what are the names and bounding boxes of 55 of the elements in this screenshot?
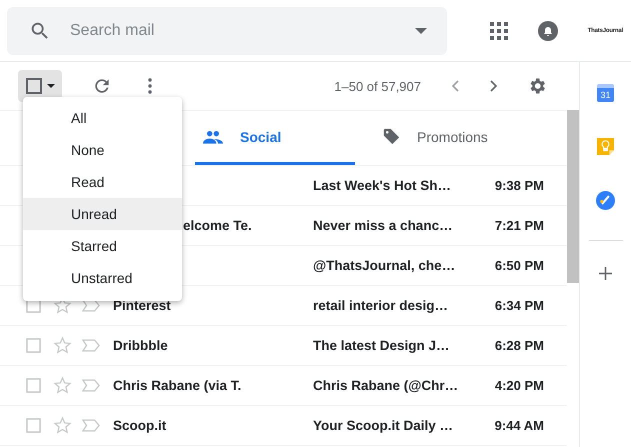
previous-page-icon[interactable] [451,80,459,92]
sender-name: Dribbble [113,338,169,353]
people-icon [203,130,223,144]
sender-name: Pinterest [113,298,172,313]
menu-item[interactable]: All [23,102,182,134]
add-plus-icon[interactable] [599,267,612,280]
importance-marker-icon[interactable] [82,419,100,432]
sender-name: Chris Rabane (via T. [113,378,242,393]
email-time: 9:44 AM [494,418,544,433]
email-time: 9:38 PM [494,178,544,193]
search-bar[interactable]: Search mail [7,6,447,54]
checkbox-icon[interactable] [26,418,41,433]
dropdown-caret-icon[interactable] [415,28,427,34]
star-icon[interactable] [53,336,72,355]
sender-name: Scoop.it [113,418,168,433]
email-subject: Your Scoop.it Daily … [313,418,454,433]
email-row[interactable]: Scoop.it Your Scoop.it Daily … 9:44 AM [0,406,567,446]
tag-icon [383,128,400,145]
menu-item[interactable]: Read [23,166,182,198]
menu-item[interactable]: Unread [23,198,182,230]
search-field[interactable]: Search mail [68,20,415,40]
email-subject: The latest Design J… [313,338,451,353]
scrollbar-thumb[interactable] [567,110,579,283]
star-icon[interactable] [53,416,72,435]
more-options-icon[interactable] [148,78,152,94]
email-time: 6:34 PM [494,298,544,313]
email-subject: @ThatsJournal, che… [313,258,456,273]
sender-name: elcome Te. [182,218,253,233]
notification-bell-icon[interactable] [538,20,558,40]
checkbox-icon[interactable] [26,378,41,393]
star-icon[interactable] [53,376,72,395]
email-subject: Chris Rabane (@Chr… [313,378,460,393]
apps-grid-icon[interactable] [490,22,508,40]
menu-item[interactable]: None [23,134,182,166]
category-tab[interactable]: Promotions [355,111,515,165]
checkbox-icon[interactable] [26,338,41,353]
importance-marker-icon[interactable] [82,379,100,392]
email-subject: Never miss a chanc… [313,218,454,233]
email-time: 4:20 PM [494,378,544,393]
email-row[interactable]: Chris Rabane (via T. Chris Rabane (@Chr… 4:20 PM [0,366,567,406]
category-tab[interactable]: Social [195,111,355,165]
email-time: 6:50 PM [494,258,544,273]
calendar-icon[interactable]: 31 [597,84,614,102]
email-time: 7:21 PM [494,218,544,233]
checkbox-icon [26,78,42,94]
tasks-check-icon[interactable] [596,191,615,210]
caret-icon [46,84,54,88]
email-subject: Last Week's Hot Sh… [313,178,452,193]
email-row[interactable]: Dribbble The latest Design J… 6:28 PM [0,326,567,366]
lightbulb-note-icon[interactable] [597,138,614,155]
next-page-icon[interactable] [490,80,498,92]
email-time: 6:28 PM [494,338,544,353]
page-counter: 1–50 of 57,907 [334,78,421,94]
importance-marker-icon[interactable] [82,339,100,352]
email-subject: retail interior desig… [313,298,450,313]
